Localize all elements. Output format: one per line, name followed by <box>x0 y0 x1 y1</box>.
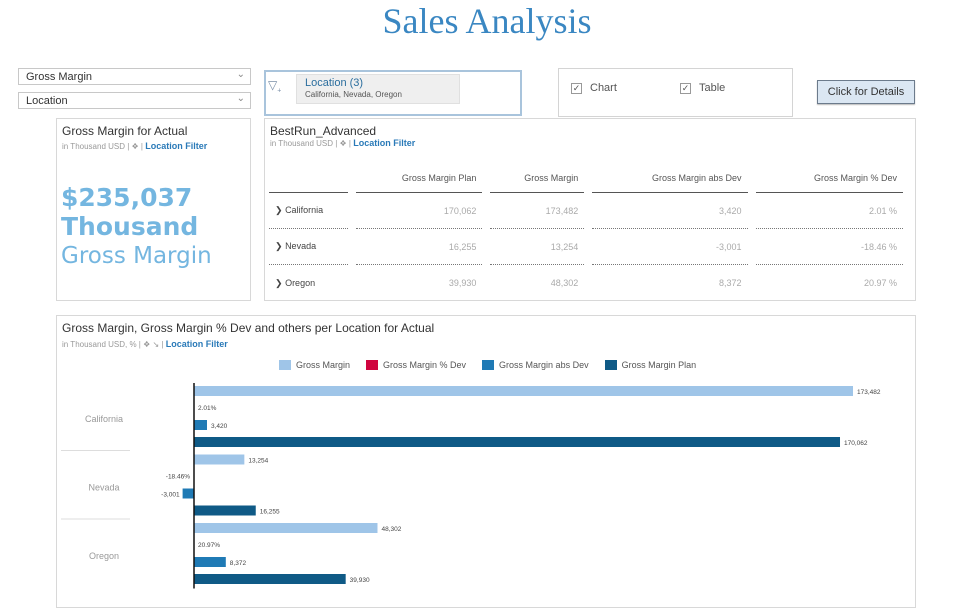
expand-chevron-icon[interactable]: ❯ <box>275 241 283 251</box>
chart-checkbox-label: Chart <box>590 82 617 94</box>
bar <box>182 488 194 499</box>
bar-chart: California 173,482 2.01% 3,420 170,062 Nevada… <box>61 383 881 589</box>
row-label: California <box>285 205 324 215</box>
table-row: ❯ Nevada 16,255 13,254 -3,001 -18.46 % <box>269 229 903 265</box>
data-label: 48,302 <box>381 526 401 533</box>
bar <box>194 523 378 533</box>
kpi-value-block: $235,037 Thousand Gross Margin <box>61 183 212 271</box>
data-label: 173,482 <box>857 389 881 396</box>
measure-dropdown[interactable]: Gross Margin ⌄ <box>18 68 251 85</box>
column-header-gm[interactable]: Gross Margin <box>490 163 585 193</box>
row-label: Oregon <box>285 277 316 288</box>
model-icon: ❖ <box>339 139 347 148</box>
table-unit: in Thousand USD <box>270 139 333 148</box>
data-label: 16,255 <box>260 509 280 516</box>
view-toggle-panel: ✓ Chart ✓ Table <box>558 68 793 117</box>
dimension-dropdown-value: Location <box>26 95 68 107</box>
kpi-title: Gross Margin for Actual <box>62 124 188 138</box>
data-label: -18.46% <box>166 474 190 481</box>
column-header-gm-plan[interactable]: Gross Margin Plan <box>356 163 483 193</box>
kpi-unit: in Thousand USD <box>62 142 125 151</box>
data-label: 39,930 <box>350 577 370 584</box>
bar <box>194 574 346 584</box>
measure-dropdown-value: Gross Margin <box>26 71 93 83</box>
page-title: Sales Analysis <box>382 1 592 41</box>
table-row: ❯ California 170,062 173,482 3,420 2.01 … <box>269 193 903 229</box>
row-header[interactable]: ❯ Nevada <box>269 229 349 265</box>
kpi-value: $235,037 <box>61 183 193 212</box>
location-filter-link[interactable]: Location Filter <box>353 138 415 148</box>
data-table: Gross Margin Plan Gross Margin Gross Mar… <box>261 163 911 301</box>
category-label: California <box>85 414 123 424</box>
data-label: -3,001 <box>161 492 180 499</box>
filter-values: California, Nevada, Oregon <box>305 90 402 99</box>
kpi-scale: Thousand <box>61 212 199 241</box>
bar <box>194 437 841 447</box>
cell-gm-plan: 170,062 <box>356 193 483 229</box>
click-for-details-button[interactable]: Click for Details <box>817 80 915 104</box>
data-label: 2.01% <box>198 405 217 412</box>
bar <box>194 420 207 430</box>
cell-gm: 48,302 <box>550 278 579 288</box>
cell-gm-pct-dev: 20.97 % <box>863 278 897 288</box>
cell-gm-plan: 39,930 <box>448 278 477 288</box>
data-label: 8,372 <box>230 560 247 567</box>
expand-chevron-icon[interactable]: ❯ <box>275 205 283 215</box>
filter-bar: ▽+ Location (3) California, Nevada, Oreg… <box>264 70 522 116</box>
chevron-down-icon: ⌄ <box>236 93 245 104</box>
filter-label: Location (3) <box>305 77 364 89</box>
bar <box>194 386 853 396</box>
table-checkbox[interactable]: ✓ Table <box>680 82 725 94</box>
row-header[interactable]: ❯ Oregon <box>269 265 348 301</box>
cell-gm: 13,254 <box>490 229 585 265</box>
category-label: Nevada <box>88 483 119 493</box>
bar <box>194 505 256 516</box>
cell-gm-abs-dev: -3,001 <box>592 229 748 265</box>
cell-gm-abs-dev: 8,372 <box>718 278 742 288</box>
table-subtitle: in Thousand USD | ❖ | Location Filter <box>270 138 416 148</box>
model-icon: ❖ <box>131 142 139 151</box>
table-row: ❯ Oregon 39,930 48,302 8,372 20.97 % <box>269 265 903 301</box>
kpi-measure: Gross Margin <box>61 243 212 269</box>
data-label: 170,062 <box>844 440 868 447</box>
location-filter-chip[interactable]: Location (3) California, Nevada, Oregon <box>296 74 460 104</box>
chevron-down-icon: ⌄ <box>236 69 245 80</box>
data-label: 13,254 <box>248 458 268 465</box>
data-label: 20.97% <box>198 542 220 549</box>
cell-gm-pct-dev: 2.01 % <box>755 193 903 229</box>
location-filter-link[interactable]: Location Filter <box>145 141 207 151</box>
bar <box>194 454 245 465</box>
table-header-row: Gross Margin Plan Gross Margin Gross Mar… <box>269 163 903 193</box>
dimension-dropdown[interactable]: Location ⌄ <box>18 92 251 109</box>
data-label: 3,420 <box>211 423 228 430</box>
cell-gm: 173,482 <box>490 193 585 229</box>
kpi-subtitle: in Thousand USD | ❖ | Location Filter <box>62 141 208 151</box>
chart-card: Gross Margin, Gross Margin % Dev and oth… <box>56 315 916 608</box>
kpi-card: Gross Margin for Actual in Thousand USD … <box>56 118 251 301</box>
category-label: Oregon <box>89 551 119 561</box>
column-header-gm-pct-dev[interactable]: Gross Margin % Dev <box>755 163 903 193</box>
checkbox-checked-icon: ✓ <box>571 82 582 94</box>
column-header-dimension <box>269 163 349 193</box>
table-card: BestRun_Advanced in Thousand USD | ❖ | L… <box>264 118 916 301</box>
cell-gm-abs-dev: 3,420 <box>592 193 748 229</box>
checkbox-checked-icon: ✓ <box>680 82 691 94</box>
cell-gm-plan: 16,255 <box>356 229 483 265</box>
table-checkbox-label: Table <box>699 82 726 94</box>
add-filter-icon[interactable]: ▽+ <box>268 78 281 94</box>
row-label: Nevada <box>285 241 317 251</box>
cell-gm-pct-dev: -18.46 % <box>755 229 903 265</box>
bar <box>194 557 226 567</box>
table-title: BestRun_Advanced <box>270 124 377 138</box>
column-header-gm-abs-dev[interactable]: Gross Margin abs Dev <box>592 163 748 193</box>
row-header[interactable]: ❯ California <box>269 193 349 229</box>
expand-chevron-icon[interactable]: ❯ <box>275 278 283 288</box>
chart-checkbox[interactable]: ✓ Chart <box>571 82 617 94</box>
